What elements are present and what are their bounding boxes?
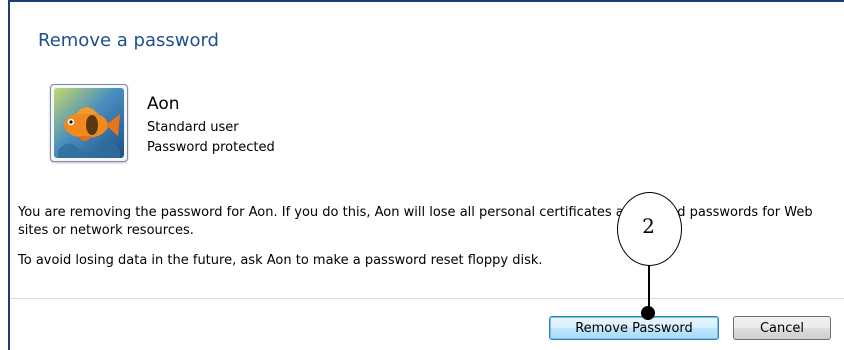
remove-password-button[interactable]: Remove Password <box>549 316 719 340</box>
cancel-button[interactable]: Cancel <box>733 316 831 340</box>
window-frame-top <box>8 0 844 2</box>
annotation-callout-number: 2 <box>642 214 655 238</box>
user-account-type: Standard user <box>147 120 239 135</box>
advice-message: To avoid losing data in the future, ask … <box>18 253 543 268</box>
fish-avatar-icon <box>54 88 124 158</box>
user-avatar <box>50 84 128 162</box>
footer-divider <box>10 298 844 299</box>
annotation-callout-dot <box>641 306 655 320</box>
page-title: Remove a password <box>38 30 219 51</box>
user-password-status: Password protected <box>147 140 275 155</box>
user-name: Aon <box>147 94 180 114</box>
warning-message: You are removing the password for Aon. I… <box>18 205 813 238</box>
